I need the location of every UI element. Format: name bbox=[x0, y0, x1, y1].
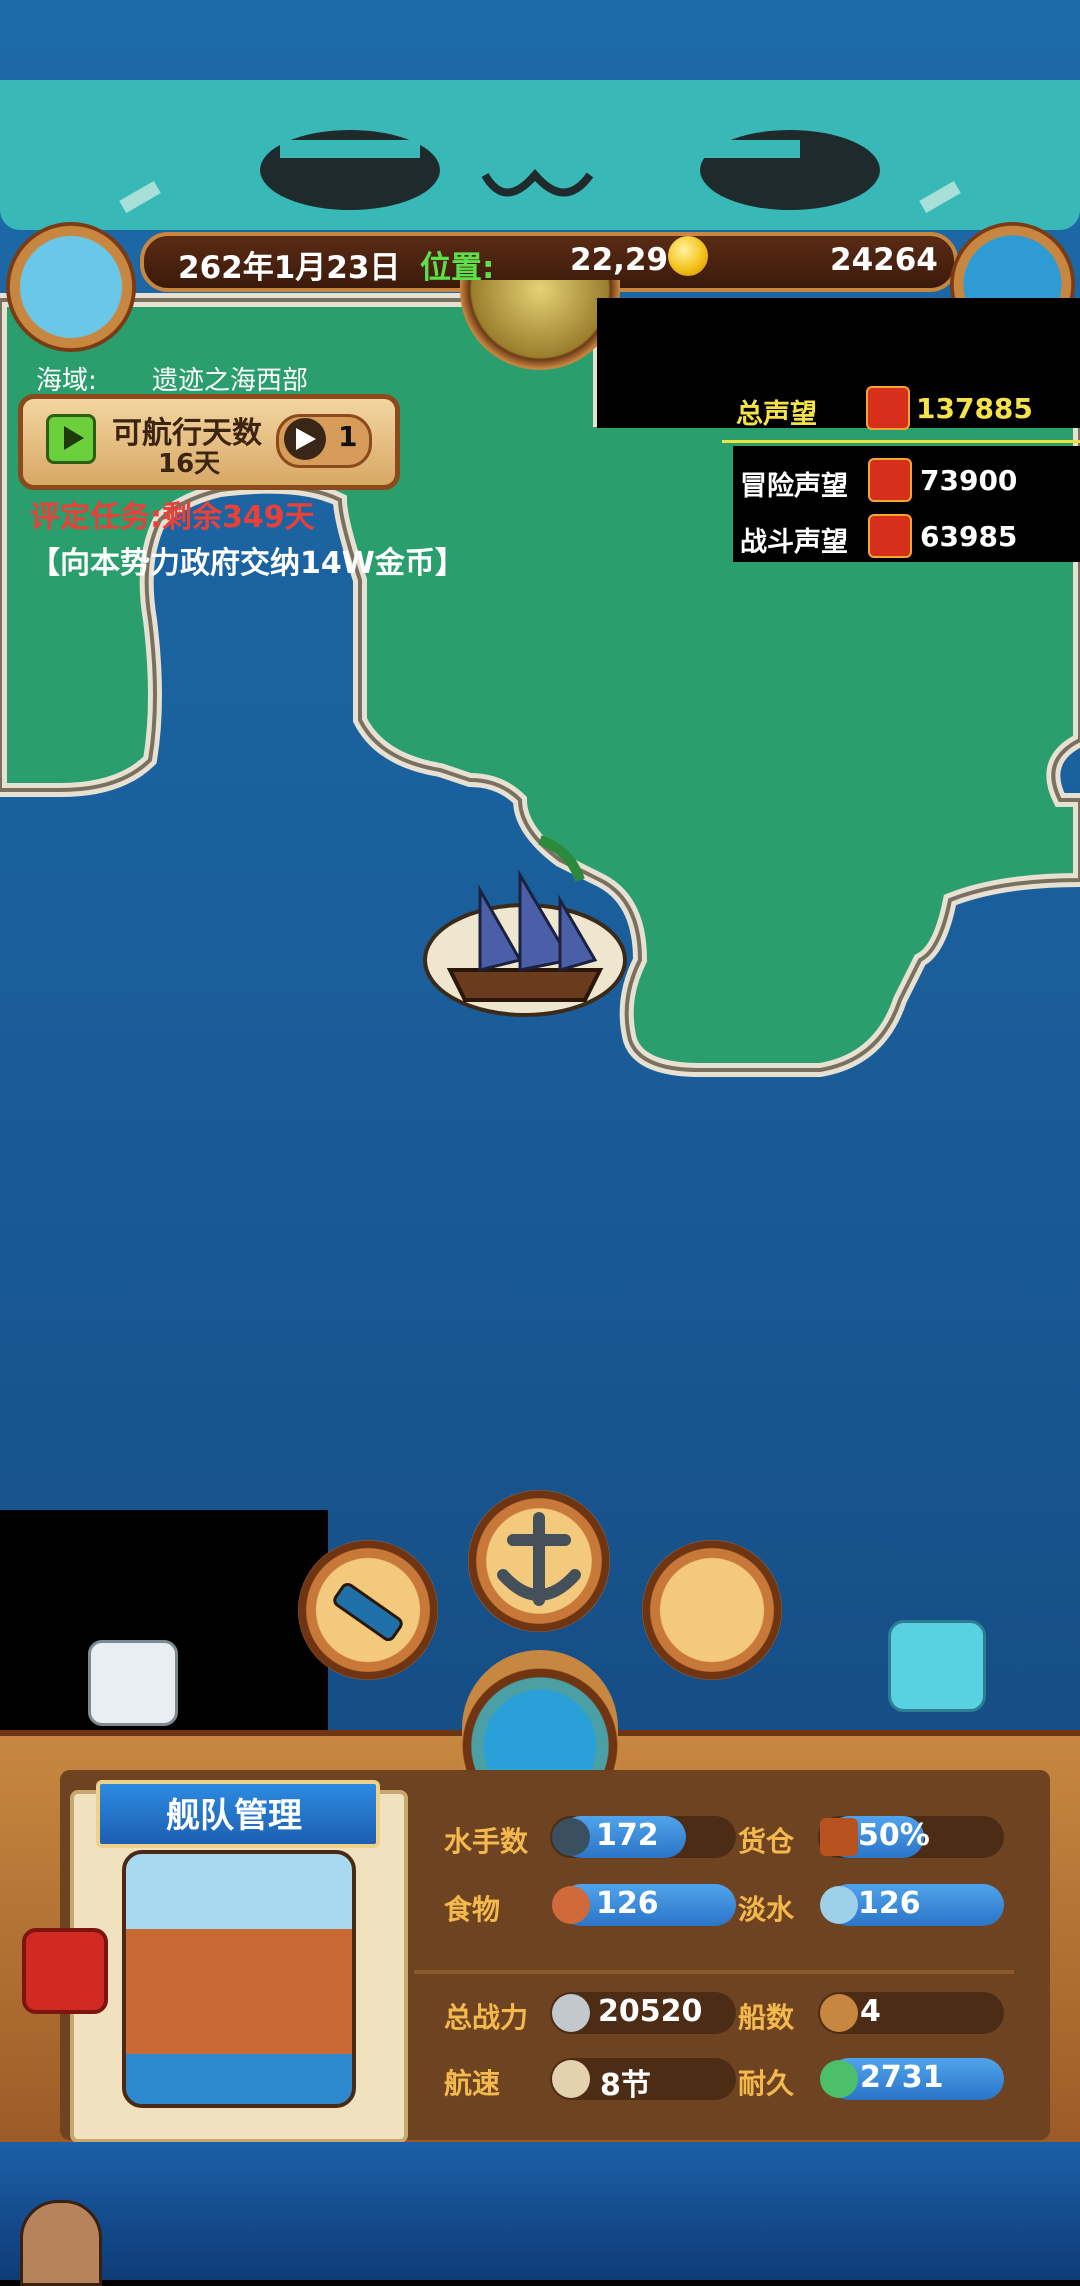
battle-badge-icon bbox=[868, 514, 912, 558]
reputation-divider bbox=[722, 440, 1080, 443]
task-description: 【向本势力政府交纳14W金币】 bbox=[30, 546, 465, 581]
bottom-bar bbox=[0, 2142, 1080, 2280]
sea-area-value: 遗迹之海西部 bbox=[152, 366, 309, 396]
reputation-badge-icon bbox=[866, 386, 910, 430]
position-label: 位置: bbox=[420, 250, 495, 286]
cat-face-icon bbox=[119, 130, 961, 214]
anchor-glyph bbox=[497, 1512, 581, 1606]
sailors-value: 172 bbox=[596, 1818, 659, 1853]
sailors-label: 水手数 bbox=[444, 1825, 529, 1858]
cargo-label: 货仓 bbox=[738, 1825, 795, 1858]
sailor-icon bbox=[552, 1818, 590, 1856]
pirate-avatar-icon[interactable] bbox=[6, 222, 136, 352]
food-value: 126 bbox=[596, 1886, 659, 1921]
power-label: 总战力 bbox=[444, 2001, 529, 2034]
battle-reputation-label: 战斗声望 bbox=[740, 527, 848, 558]
cat-mascot-icon bbox=[888, 1620, 986, 1712]
task-status: 评定任务:剩余349天 bbox=[30, 500, 315, 535]
adventure-reputation-label: 冒险声望 bbox=[740, 471, 848, 502]
cat-banner bbox=[0, 80, 1080, 230]
captain-avatar-icon[interactable] bbox=[20, 2200, 102, 2286]
battle-reputation-value: 63985 bbox=[920, 520, 1018, 553]
sail-days-value: 16天 bbox=[158, 449, 221, 479]
spyglass-glyph bbox=[333, 1582, 403, 1642]
total-reputation-value: 137885 bbox=[916, 392, 1033, 425]
ship-count-icon bbox=[820, 1994, 858, 2032]
durability-value: 2731 bbox=[860, 2060, 944, 2095]
water-jug-icon bbox=[820, 1886, 858, 1924]
stats-divider bbox=[414, 1970, 1014, 1974]
ships-label: 船数 bbox=[738, 2001, 795, 2034]
durability-label: 耐久 bbox=[738, 2067, 795, 2100]
world-map-icon[interactable] bbox=[642, 1540, 782, 1680]
repair-icon bbox=[820, 2060, 858, 2098]
sea-area-label: 海域: bbox=[36, 366, 97, 396]
position-value: 22,29 bbox=[570, 242, 669, 278]
game-date: 262年1月23日 bbox=[178, 250, 401, 286]
crate-icon bbox=[820, 1818, 858, 1856]
adventure-badge-icon bbox=[868, 458, 912, 502]
spyglass-icon[interactable] bbox=[298, 1540, 438, 1680]
crossed-swords-icon bbox=[552, 1994, 590, 2032]
compass-icon bbox=[284, 418, 326, 460]
adventure-reputation-value: 73900 bbox=[920, 464, 1018, 497]
water-label: 淡水 bbox=[738, 1893, 795, 1926]
sail-icon bbox=[552, 2060, 590, 2098]
ghost-mascot-icon bbox=[88, 1640, 178, 1726]
speed-value: 8节 bbox=[600, 2068, 651, 2103]
player-ship-icon[interactable] bbox=[420, 820, 630, 1020]
meat-icon bbox=[552, 1886, 590, 1924]
total-reputation-label: 总声望 bbox=[736, 399, 817, 430]
play-icon[interactable] bbox=[46, 414, 96, 464]
power-value: 20520 bbox=[598, 1994, 703, 2029]
fleet-title: 舰队管理 bbox=[166, 1796, 302, 1836]
speed-label: 航速 bbox=[444, 2067, 501, 2100]
alert-icon[interactable] bbox=[22, 1928, 108, 2014]
anchor-icon[interactable] bbox=[468, 1490, 610, 1632]
cargo-value: 50% bbox=[858, 1818, 930, 1853]
food-label: 食物 bbox=[444, 1893, 501, 1926]
compass-count: 1 bbox=[338, 420, 358, 453]
water-value: 126 bbox=[858, 1886, 921, 1921]
fleet-ship-image[interactable] bbox=[122, 1850, 356, 2108]
gold-amount: 24264 bbox=[830, 242, 938, 278]
ships-value: 4 bbox=[860, 1994, 881, 2029]
gold-coin-icon bbox=[668, 236, 708, 276]
